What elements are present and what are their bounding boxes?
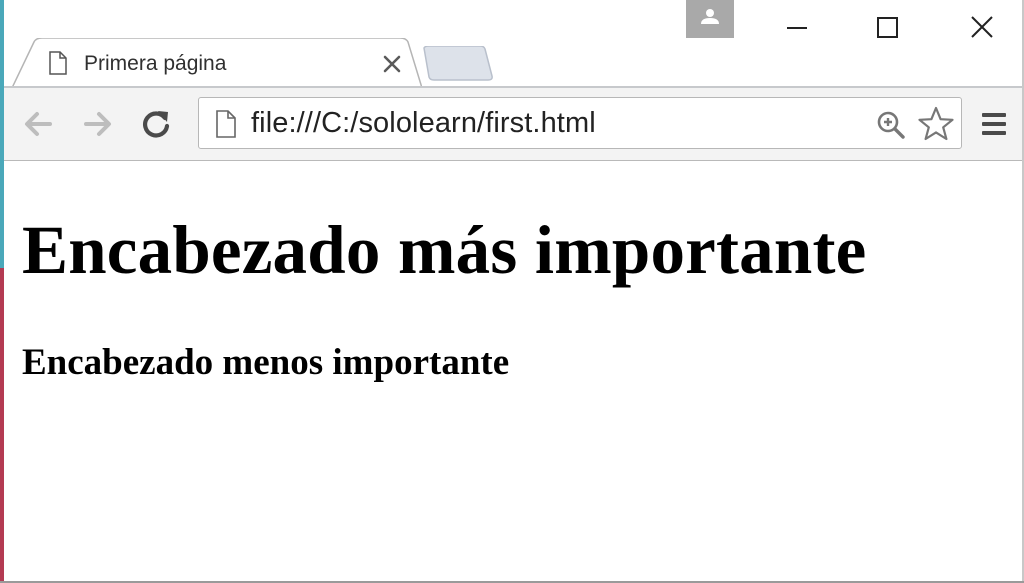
secondary-heading: Encabezado menos importante [22,342,510,383]
close-icon [971,16,993,38]
browser-window: Primera página file:///C:/sololearn/firs… [0,0,1024,583]
star-icon[interactable] [917,106,955,142]
page-icon [215,110,237,138]
minimize-icon [787,27,807,29]
reload-icon [143,111,170,138]
arrow-left-icon [25,112,52,136]
reload-button[interactable] [138,106,174,142]
maximize-icon [877,17,898,38]
back-button[interactable] [20,106,56,142]
tab-primera-pagina[interactable]: Primera página [12,38,422,88]
new-tab-button[interactable] [420,45,496,82]
close-window-button[interactable] [952,6,1012,48]
hamburger-menu-icon [982,113,1006,135]
address-bar-url[interactable]: file:///C:/sololearn/first.html [251,107,596,140]
maximize-button[interactable] [858,6,918,48]
zoom-in-icon[interactable] [875,109,907,141]
profile-button[interactable] [686,0,734,38]
page-content: Encabezado más importante Encabezado men… [4,161,1022,581]
close-icon[interactable] [380,52,404,76]
minimize-button[interactable] [768,6,828,48]
address-bar[interactable]: file:///C:/sololearn/first.html [198,97,962,149]
menu-button[interactable] [976,106,1012,142]
forward-button[interactable] [80,106,116,142]
person-icon [701,9,719,24]
arrow-right-icon [84,112,111,136]
main-heading: Encabezado más importante [22,212,867,288]
browser-toolbar: file:///C:/sololearn/first.html [4,88,1024,161]
page-icon [48,51,68,75]
tab-title: Primera página [84,52,227,75]
